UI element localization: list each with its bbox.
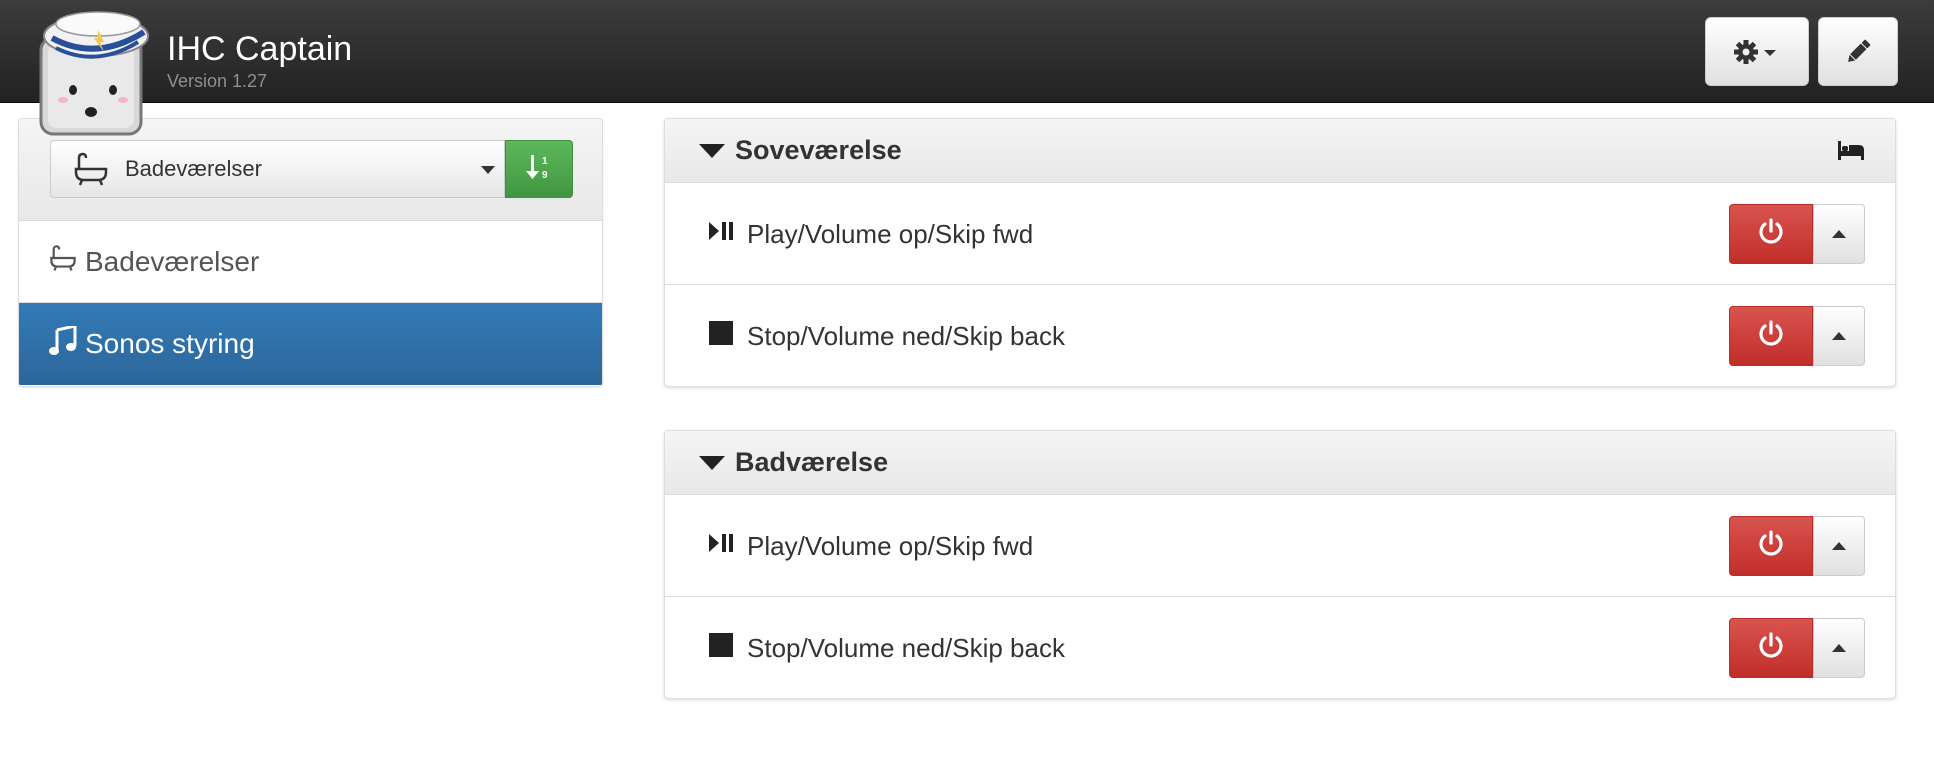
sort-button[interactable]: 1 9 xyxy=(505,140,573,198)
power-button[interactable] xyxy=(1729,204,1813,264)
section-header[interactable]: Soveværelse xyxy=(665,119,1895,183)
row-label: Stop/Volume ned/Skip back xyxy=(747,321,1065,351)
power-icon xyxy=(1757,529,1785,563)
row-label: Play/Volume op/Skip fwd xyxy=(747,531,1034,561)
chevron-down-icon xyxy=(1764,49,1776,56)
sidebar-item-label: Sonos styring xyxy=(85,328,255,359)
play-pause-icon xyxy=(709,221,735,246)
chevron-up-icon xyxy=(1832,230,1846,238)
list-item: Stop/Volume ned/Skip back xyxy=(665,285,1895,387)
sailor-plug-logo[interactable] xyxy=(38,10,158,138)
gear-icon xyxy=(1733,37,1781,67)
sidebar-item-sonos-styring[interactable]: Sonos styring xyxy=(19,303,602,385)
collapse-triangle-icon[interactable] xyxy=(699,143,725,158)
list-item: Stop/Volume ned/Skip back xyxy=(665,597,1895,699)
settings-dropdown-button[interactable] xyxy=(1705,17,1809,86)
top-navbar: IHC Captain Version 1.27 xyxy=(0,0,1934,103)
room-navigation-panel: Badeværelser 1 9 Badeværelser Sonos styr… xyxy=(18,118,603,387)
stop-icon xyxy=(709,321,733,350)
section-panel-badvaerelse: Badværelse Play/Volume op/Skip fwd Stop/… xyxy=(664,430,1896,699)
bathtub-icon xyxy=(73,151,109,187)
section-header[interactable]: Badværelse xyxy=(665,431,1895,495)
power-icon xyxy=(1757,319,1785,353)
app-version: Version 1.27 xyxy=(167,71,268,91)
collapse-triangle-icon[interactable] xyxy=(699,455,725,470)
options-dropup-button[interactable] xyxy=(1813,618,1865,678)
section-title: Badværelse xyxy=(735,447,889,477)
bed-icon xyxy=(1837,139,1865,166)
list-item: Play/Volume op/Skip fwd xyxy=(665,495,1895,597)
chevron-up-icon xyxy=(1832,644,1846,652)
chevron-down-icon xyxy=(481,166,495,174)
stop-icon xyxy=(709,633,733,662)
power-icon xyxy=(1757,631,1785,665)
options-dropup-button[interactable] xyxy=(1813,516,1865,576)
selected-room-label: Badeværelser xyxy=(125,156,262,181)
section-title: Soveværelse xyxy=(735,135,902,165)
edit-button[interactable] xyxy=(1818,17,1898,86)
chevron-up-icon xyxy=(1832,542,1846,550)
power-button[interactable] xyxy=(1729,306,1813,366)
svg-text:1: 1 xyxy=(542,156,548,167)
sidebar-item-label: Badeværelser xyxy=(85,245,260,277)
room-select-dropdown[interactable]: Badeværelser xyxy=(50,140,505,198)
section-panel-sovevaerelse: Soveværelse Play/Volume op/Skip fwd Stop… xyxy=(664,118,1896,387)
power-icon xyxy=(1757,217,1785,251)
sort-icon: 1 9 xyxy=(526,153,552,186)
sidebar-item-badevaerelser[interactable]: Badeværelser xyxy=(19,221,602,303)
list-item: Play/Volume op/Skip fwd xyxy=(665,183,1895,285)
chevron-up-icon xyxy=(1832,332,1846,340)
play-pause-icon xyxy=(709,533,735,558)
app-title[interactable]: IHC Captain xyxy=(167,30,352,69)
bathtub-icon xyxy=(49,244,85,279)
pencil-icon xyxy=(1843,37,1873,67)
options-dropup-button[interactable] xyxy=(1813,306,1865,366)
options-dropup-button[interactable] xyxy=(1813,204,1865,264)
row-label: Play/Volume op/Skip fwd xyxy=(747,219,1034,249)
row-label: Stop/Volume ned/Skip back xyxy=(747,633,1065,663)
power-button[interactable] xyxy=(1729,618,1813,678)
svg-text:9: 9 xyxy=(542,170,548,181)
music-icon xyxy=(49,323,85,363)
power-button[interactable] xyxy=(1729,516,1813,576)
